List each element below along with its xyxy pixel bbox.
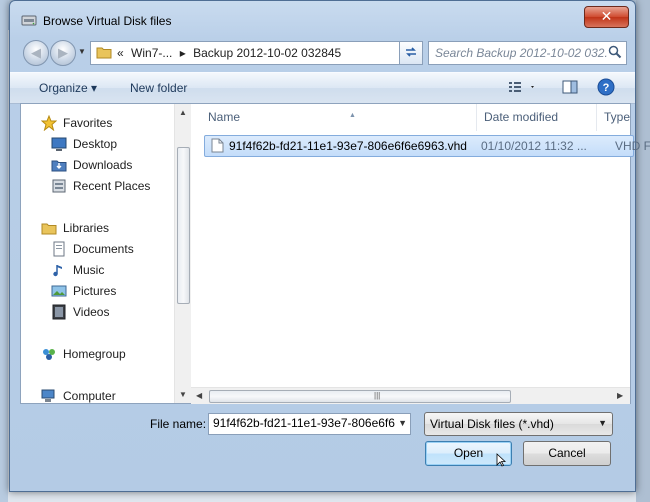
- documents-icon: [53, 241, 65, 257]
- nav-homegroup[interactable]: Homegroup: [41, 345, 126, 363]
- nav-pictures-label: Pictures: [73, 284, 117, 298]
- column-header-date-label: Date modified: [484, 110, 559, 124]
- navigation-row: ◀ ▶ ▼ « Win7-... ▸ Backup 2012-10-02 032…: [10, 37, 635, 67]
- preview-pane-icon: [562, 80, 578, 94]
- file-name-input[interactable]: [211, 415, 395, 431]
- new-folder-button[interactable]: New folder: [130, 81, 187, 95]
- close-button[interactable]: ✕: [584, 6, 629, 28]
- refresh-icon: [406, 47, 416, 57]
- navigation-scrollbar[interactable]: ▲ ▼: [174, 104, 191, 403]
- search-box[interactable]: Search Backup 2012-10-02 032...: [428, 41, 627, 65]
- back-button[interactable]: ◀: [23, 40, 49, 66]
- svg-text:?: ?: [603, 82, 610, 94]
- title-bar[interactable]: Browse Virtual Disk files ✕: [10, 1, 635, 37]
- computer-icon: [41, 389, 55, 402]
- sort-arrow-icon: ▲: [349, 112, 356, 119]
- file-name-label: File name:: [150, 417, 207, 431]
- breadcrumb-backup[interactable]: Backup 2012-10-02 032845: [193, 46, 341, 60]
- preview-pane-button[interactable]: [561, 78, 579, 99]
- filter-dropdown-icon: ▼: [598, 418, 607, 428]
- nav-libraries[interactable]: Libraries: [41, 219, 109, 237]
- videos-icon: [52, 304, 66, 320]
- browse-dialog: Browse Virtual Disk files ✕ ◀ ▶ ▼ « Win7…: [9, 0, 650, 492]
- column-header-type[interactable]: Type: [597, 104, 637, 131]
- column-header-type-label: Type: [604, 110, 631, 124]
- search-icon[interactable]: [608, 45, 622, 59]
- dialog-title: Browse Virtual Disk files: [43, 14, 172, 28]
- column-header-name[interactable]: Name ▲: [201, 104, 477, 131]
- nav-favorites[interactable]: Favorites: [41, 114, 112, 132]
- background-right-frame: [636, 0, 650, 502]
- file-icon: [211, 138, 224, 153]
- file-name-field[interactable]: ▼: [208, 413, 411, 435]
- nav-recent-places[interactable]: Recent Places: [51, 177, 150, 195]
- nav-documents[interactable]: Documents: [51, 240, 134, 258]
- nav-downloads[interactable]: Downloads: [51, 156, 132, 174]
- file-date: 01/10/2012 11:32 ...: [481, 139, 587, 153]
- nav-videos[interactable]: Videos: [51, 303, 109, 321]
- scrollbar-grip-icon: |||: [374, 391, 381, 400]
- nav-pictures[interactable]: Pictures: [51, 282, 116, 300]
- navigation-pane: Favorites Desktop Downloads Recent Place…: [21, 104, 178, 403]
- nav-music-label: Music: [73, 263, 105, 277]
- star-icon: [41, 115, 57, 131]
- pictures-icon: [51, 285, 67, 297]
- scroll-down-arrow[interactable]: ▼: [179, 390, 187, 399]
- table-row[interactable]: 91f4f62b-fd21-11e1-93e7-806e6f6e6963.vhd…: [204, 135, 650, 157]
- music-icon: [53, 265, 62, 277]
- nav-favorites-label: Favorites: [63, 116, 113, 130]
- column-header-name-label: Name: [208, 110, 241, 124]
- background-left-frame: [0, 0, 8, 502]
- horizontal-scrollbar-thumb[interactable]: |||: [209, 390, 511, 403]
- file-name-dropdown-icon[interactable]: ▼: [398, 418, 407, 428]
- nav-videos-label: Videos: [73, 305, 110, 319]
- refresh-button[interactable]: [399, 41, 423, 65]
- scroll-left-arrow[interactable]: ◀: [196, 391, 202, 400]
- nav-computer[interactable]: Computer: [41, 387, 116, 403]
- nav-desktop-label: Desktop: [73, 137, 118, 151]
- file-type: VHD Fi: [615, 139, 650, 153]
- search-input[interactable]: Search Backup 2012-10-02 032...: [435, 46, 607, 60]
- breadcrumb[interactable]: « Win7-... ▸ Backup 2012-10-02 032845: [117, 46, 345, 60]
- address-bar[interactable]: « Win7-... ▸ Backup 2012-10-02 032845 ▼: [90, 41, 421, 65]
- organize-button[interactable]: Organize ▾: [39, 81, 97, 95]
- navigation-scrollbar-thumb[interactable]: [177, 147, 190, 304]
- file-type-filter-label: Virtual Disk files (*.vhd): [430, 417, 554, 431]
- nav-homegroup-label: Homegroup: [63, 347, 126, 361]
- disk-drive-icon: [21, 15, 37, 26]
- nav-desktop[interactable]: Desktop: [51, 135, 117, 153]
- forward-button[interactable]: ▶: [50, 40, 76, 66]
- view-list-icon: [509, 82, 534, 92]
- help-button[interactable]: ?: [597, 78, 615, 99]
- view-menu-button[interactable]: [507, 78, 537, 99]
- horizontal-scrollbar[interactable]: ◀ ||| ▶: [191, 387, 630, 404]
- breadcrumb-separator[interactable]: ▸: [180, 46, 186, 60]
- content-panel: Favorites Desktop Downloads Recent Place…: [20, 103, 650, 404]
- nav-libraries-label: Libraries: [63, 221, 110, 235]
- file-name: 91f4f62b-fd21-11e1-93e7-806e6f6e6963.vhd: [229, 139, 467, 153]
- breadcrumb-overflow[interactable]: «: [117, 46, 124, 60]
- nav-computer-label: Computer: [63, 389, 116, 403]
- column-header-date[interactable]: Date modified: [477, 104, 597, 131]
- nav-documents-label: Documents: [73, 242, 134, 256]
- recent-locations-dropdown[interactable]: ▼: [78, 47, 86, 57]
- scroll-right-arrow[interactable]: ▶: [617, 391, 623, 400]
- command-toolbar: Organize ▾ New folder ?: [10, 72, 635, 104]
- mouse-cursor-icon: [496, 453, 506, 467]
- breadcrumb-win7[interactable]: Win7-...: [131, 46, 172, 60]
- downloads-folder-icon: [51, 160, 67, 172]
- libraries-icon: [41, 223, 57, 235]
- nav-music[interactable]: Music: [51, 261, 104, 279]
- recent-places-icon: [52, 179, 66, 193]
- help-icon: ?: [597, 78, 615, 96]
- file-list: Name ▲ Date modified Type 91f4f62b-fd21-…: [191, 104, 650, 404]
- nav-recent-places-label: Recent Places: [73, 179, 151, 193]
- homegroup-icon: [43, 349, 55, 360]
- scroll-up-arrow[interactable]: ▲: [179, 108, 187, 117]
- cancel-button[interactable]: Cancel: [523, 441, 611, 466]
- folder-icon: [96, 47, 112, 59]
- file-type-filter[interactable]: Virtual Disk files (*.vhd) ▼: [424, 412, 613, 436]
- desktop-icon: [51, 137, 67, 151]
- nav-downloads-label: Downloads: [73, 158, 133, 172]
